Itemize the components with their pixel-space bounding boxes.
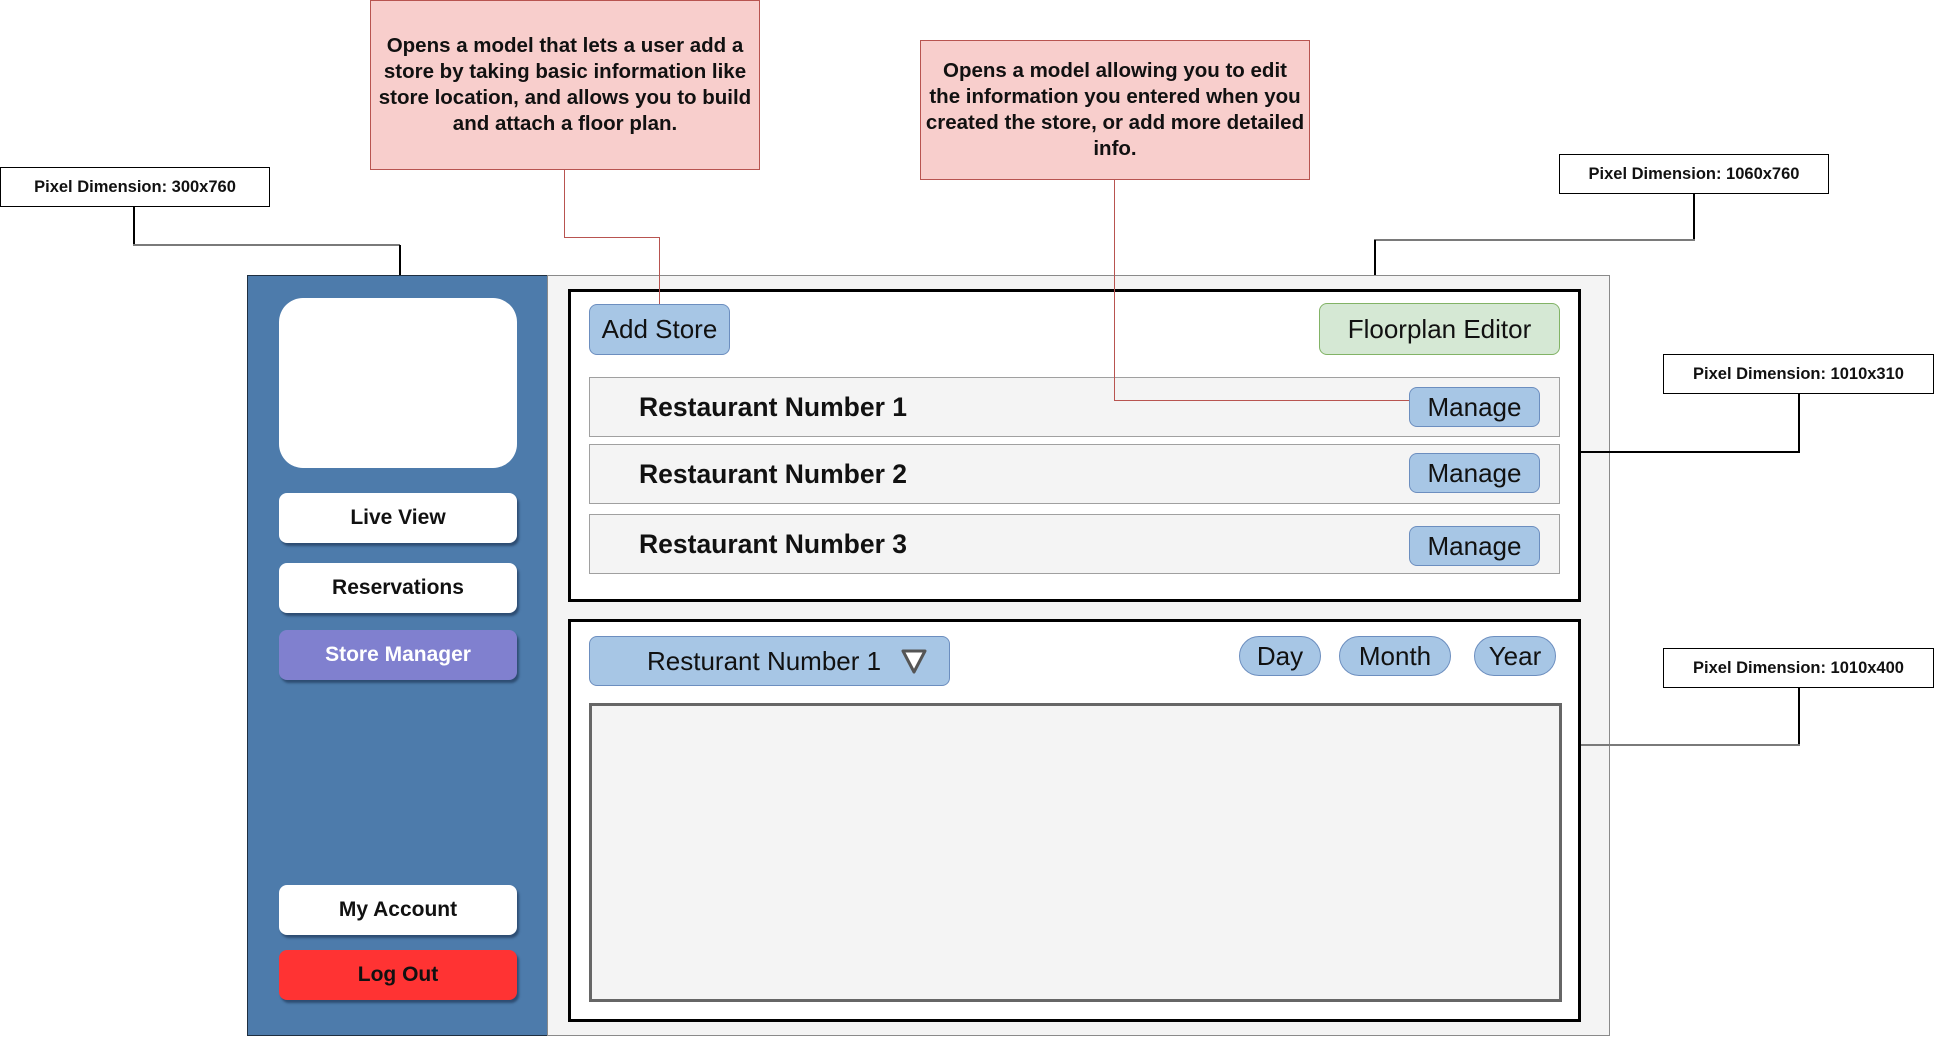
nav-live-view[interactable]: Live View [279,493,517,543]
manage-annotation-text: Opens a model allowing you to edit the i… [925,59,1305,160]
manage-annotation: Opens a model allowing you to edit the i… [920,40,1310,180]
nav-store-manager-label: Store Manager [325,643,471,666]
manage-label: Manage [1427,530,1522,561]
range-day-label: Day [1256,640,1304,671]
nav-store-manager[interactable]: Store Manager [279,630,517,680]
stores-panel-dimension-text: Pixel Dimension: 1010x310 [1693,364,1904,383]
connector-line [1581,744,1800,746]
nav-reservations[interactable]: Reservations [279,563,517,613]
add-store-label: Add Store [601,314,718,344]
connector-line [1374,239,1695,241]
connector-line [659,237,660,304]
connector-line [1114,400,1410,401]
my-account-button[interactable]: My Account [279,885,517,935]
analytics-panel-dimension-text: Pixel Dimension: 1010x400 [1693,658,1904,677]
connector-line [1114,180,1115,400]
manage-button[interactable]: Manage [1409,526,1540,566]
range-year-button[interactable]: Year [1474,636,1556,676]
logo-placeholder-icon [279,298,517,468]
sidebar-dimension-text: Pixel Dimension: 300x760 [34,177,236,196]
manage-button[interactable]: Manage [1409,387,1540,427]
range-month-label: Month [1358,640,1432,671]
store-select-dropdown[interactable]: Resturant Number 1 [589,636,950,686]
connector-line [1798,688,1800,745]
add-store-annotation: Opens a model that lets a user add a sto… [370,0,760,170]
connector-line [1693,194,1695,240]
connector-line [1798,394,1800,452]
range-year-label: Year [1488,640,1542,671]
main-dimension-text: Pixel Dimension: 1060x760 [1588,164,1800,183]
analytics-panel-dimension-label: Pixel Dimension: 1010x400 [1663,648,1934,688]
analytics-chart-area [589,703,1562,1002]
add-store-button[interactable]: Add Store [589,304,730,355]
nav-reservations-label: Reservations [332,576,464,599]
my-account-label: My Account [338,898,458,921]
connector-line [1581,451,1800,453]
manage-button[interactable]: Manage [1409,453,1540,493]
connector-line [564,170,565,237]
logout-label: Log Out [357,963,439,986]
range-day-button[interactable]: Day [1239,636,1321,676]
store-name: Restaurant Number 1 [639,391,908,422]
range-month-button[interactable]: Month [1339,636,1451,676]
floorplan-editor-button[interactable]: Floorplan Editor [1319,303,1560,355]
main-dimension-label: Pixel Dimension: 1060x760 [1559,154,1829,194]
logout-button[interactable]: Log Out [279,950,517,1000]
stores-panel-dimension-label: Pixel Dimension: 1010x310 [1663,354,1934,394]
connector-line [564,237,659,238]
nav-live-view-label: Live View [350,506,446,529]
connector-line [133,244,400,246]
store-select-value: Resturant Number 1 [647,645,882,676]
connector-line [133,207,135,245]
store-name: Restaurant Number 2 [639,458,908,489]
store-name: Restaurant Number 3 [639,528,908,559]
manage-label: Manage [1427,391,1522,422]
sidebar-dimension-label: Pixel Dimension: 300x760 [0,167,270,207]
floorplan-editor-label: Floorplan Editor [1347,313,1532,344]
add-store-annotation-text: Opens a model that lets a user add a sto… [378,34,752,135]
manage-label: Manage [1427,457,1522,488]
